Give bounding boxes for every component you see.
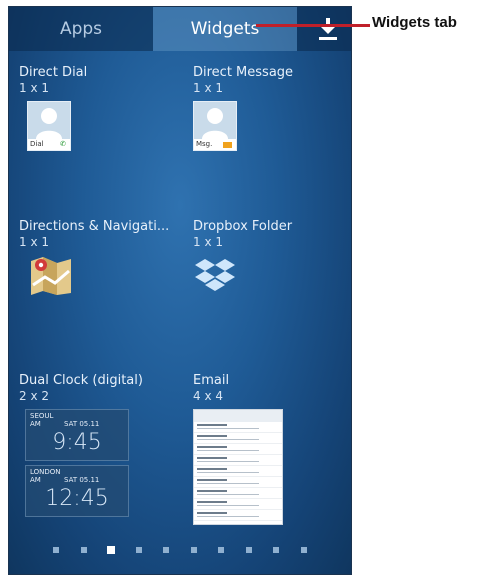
email-preview[interactable]	[193, 409, 283, 525]
widget-size: 1 x 1	[193, 81, 223, 95]
email-preview-row	[194, 510, 282, 521]
phone-icon: ✆	[60, 140, 66, 148]
widget-name: Email	[193, 373, 230, 388]
callout-line	[256, 24, 370, 27]
tab-widgets[interactable]: Widgets	[153, 7, 297, 51]
widget-size: 4 x 4	[193, 389, 223, 403]
email-preview-row	[194, 488, 282, 499]
msg-label: Msg.	[194, 139, 236, 150]
widget-direct-dial[interactable]: Direct Dial 1 x 1	[19, 65, 87, 96]
download-button[interactable]	[297, 7, 351, 51]
clock-ampm: AM	[30, 476, 41, 484]
page-dot[interactable]	[218, 547, 224, 553]
clock-ampm: AM	[30, 420, 41, 428]
email-preview-row	[194, 466, 282, 477]
widget-directions-navigation[interactable]: Directions & Navigati... 1 x 1	[19, 219, 169, 250]
widget-direct-message[interactable]: Direct Message 1 x 1	[193, 65, 293, 96]
page-dot[interactable]	[273, 547, 279, 553]
contact-avatar-icon	[36, 108, 62, 139]
clock-preview-london[interactable]: LONDON AM SAT 05.11 12:45	[25, 465, 129, 517]
email-preview-header	[194, 410, 282, 422]
widget-dual-clock[interactable]: Dual Clock (digital) 2 x 2	[19, 373, 143, 404]
clock-time: 12:45	[45, 486, 109, 511]
page-dot[interactable]	[245, 547, 252, 553]
direct-dial-preview[interactable]: Dial ✆	[27, 101, 71, 151]
clock-time: 9:45	[52, 430, 102, 455]
page-dot-active[interactable]	[107, 546, 115, 554]
widget-email[interactable]: Email 4 x 4	[193, 373, 229, 404]
widget-picker-screen: Apps Widgets Direct Dial 1 x 1 Dial ✆ Dir…	[8, 6, 352, 575]
tab-apps[interactable]: Apps	[9, 7, 153, 51]
widget-name: Dropbox Folder	[193, 219, 293, 234]
page-dot[interactable]	[163, 547, 169, 553]
clock-date: SAT 05.11	[64, 476, 100, 484]
clock-preview-seoul[interactable]: SEOUL AM SAT 05.11 9:45	[25, 409, 129, 461]
email-preview-row	[194, 422, 282, 433]
widget-size: 1 x 1	[19, 81, 49, 95]
page-indicator[interactable]	[9, 543, 351, 557]
page-dot[interactable]	[80, 547, 87, 553]
download-icon	[319, 18, 337, 40]
dial-label: Dial ✆	[28, 139, 70, 150]
map-icon[interactable]	[29, 255, 73, 297]
widget-size: 1 x 1	[193, 235, 223, 249]
page-dot[interactable]	[300, 547, 307, 553]
widget-name: Direct Dial	[19, 65, 88, 80]
message-icon	[223, 142, 232, 148]
clock-city: SEOUL	[30, 412, 54, 420]
widget-dropbox-folder[interactable]: Dropbox Folder 1 x 1	[193, 219, 292, 250]
widget-name: Dual Clock (digital)	[19, 373, 143, 388]
clock-date: SAT 05.11	[64, 420, 100, 428]
widget-name: Direct Message	[193, 65, 294, 80]
widget-name: Directions & Navigati...	[19, 219, 170, 234]
page-dot[interactable]	[190, 547, 197, 553]
page-dot[interactable]	[135, 547, 142, 553]
widget-size: 1 x 1	[19, 235, 49, 249]
direct-message-preview[interactable]: Msg.	[193, 101, 237, 151]
page-dot[interactable]	[53, 547, 59, 553]
email-preview-row	[194, 455, 282, 466]
callout-label-widgets-tab: Widgets tab	[372, 14, 457, 31]
dropbox-icon[interactable]	[193, 257, 237, 297]
email-preview-row	[194, 444, 282, 455]
contact-avatar-icon	[202, 108, 228, 139]
email-preview-row	[194, 433, 282, 444]
tab-bar: Apps Widgets	[9, 7, 351, 51]
email-preview-row	[194, 477, 282, 488]
email-preview-row	[194, 499, 282, 510]
widget-size: 2 x 2	[19, 389, 49, 403]
clock-city: LONDON	[30, 468, 61, 476]
